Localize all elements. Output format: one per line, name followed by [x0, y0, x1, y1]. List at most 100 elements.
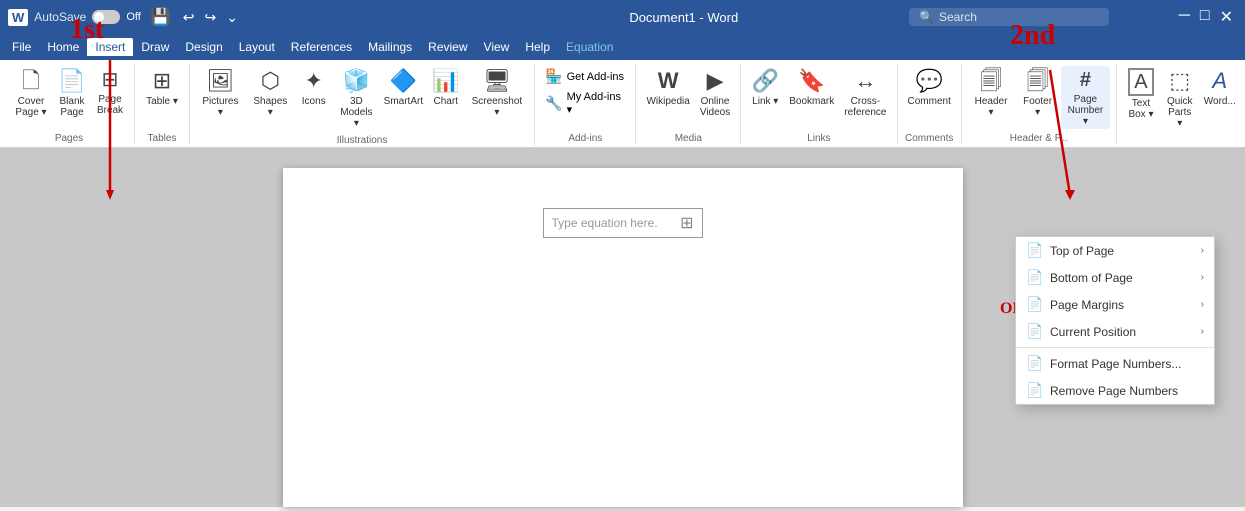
bookmark-button[interactable]: 🔖 Bookmark [785, 66, 838, 109]
menu-draw[interactable]: Draw [133, 38, 177, 56]
cover-page-button[interactable]: 🗋 CoverPage ▾ [10, 66, 52, 120]
ribbon-group-illustrations: 🖼 Pictures ▾ ⬡ Shapes ▾ ✦ Icons 🧊 3DMode… [190, 64, 535, 146]
smartart-button[interactable]: 🔷 SmartArt [381, 66, 426, 109]
close-btn[interactable]: ✕ [1216, 7, 1237, 27]
ribbon-group-tables: ⊞ Table ▾ Tables [135, 64, 190, 144]
online-videos-icon: ▶ [707, 68, 724, 94]
search-icon: 🔍 [919, 10, 934, 24]
dropdown-remove-page-numbers[interactable]: 📄 Remove Page Numbers [1016, 377, 1214, 404]
ribbon-group-header-footer: 🗐 Header ▾ 🗐 Footer ▾ # PageNumber ▾ Hea… [962, 64, 1117, 144]
bottom-of-page-label: Bottom of Page [1050, 271, 1133, 285]
icons-icon: ✦ [305, 68, 323, 94]
pictures-label: Pictures ▾ [200, 96, 241, 118]
bookmark-icon: 🔖 [798, 68, 825, 94]
menu-equation[interactable]: Equation [558, 38, 621, 56]
my-addins-button[interactable]: 🔧 My Add-ins ▾ [541, 89, 629, 118]
page-break-button[interactable]: ⊟ PageBreak [92, 66, 128, 118]
link-button[interactable]: 🔗 Link ▾ [747, 66, 783, 109]
remove-page-numbers-icon: 📄 [1026, 382, 1042, 399]
comments-items: 💬 Comment [904, 66, 955, 129]
online-videos-label: OnlineVideos [700, 96, 730, 118]
text-box-button[interactable]: A TextBox ▾ [1123, 66, 1159, 122]
search-bar[interactable]: 🔍 Search [909, 8, 1109, 26]
wordart-label: Word... [1204, 96, 1236, 107]
wikipedia-button[interactable]: W Wikipedia [642, 66, 693, 109]
menu-mailings[interactable]: Mailings [360, 38, 420, 56]
wordart-icon: A [1212, 68, 1227, 94]
icons-button[interactable]: ✦ Icons [296, 66, 332, 109]
dropdown-current-position[interactable]: 📄 Current Position › [1016, 318, 1214, 345]
undo-icon[interactable]: ↩ [183, 9, 195, 26]
menu-references[interactable]: References [283, 38, 360, 56]
menu-help[interactable]: Help [517, 38, 558, 56]
shapes-icon: ⬡ [261, 68, 280, 94]
tables-items: ⊞ Table ▾ [141, 66, 183, 129]
header-icon: 🗐 [980, 68, 1002, 94]
table-label: Table ▾ [146, 96, 178, 107]
smartart-label: SmartArt [384, 96, 423, 107]
page-number-dropdown: 📄 Top of Page › 📄 Bottom of Page › 📄 Pag… [1015, 236, 1215, 405]
remove-page-numbers-label: Remove Page Numbers [1050, 384, 1178, 398]
comments-group-label: Comments [905, 129, 953, 144]
blank-page-button[interactable]: 📄 BlankPage [54, 66, 90, 120]
3d-models-button[interactable]: 🧊 3DModels ▾ [334, 66, 379, 131]
title-bar-left: W AutoSave Off 💾 ↩ ↪ ⌄ [8, 7, 459, 27]
comment-button[interactable]: 💬 Comment [904, 66, 955, 109]
current-position-label: Current Position [1050, 325, 1136, 339]
table-button[interactable]: ⊞ Table ▾ [141, 66, 183, 109]
3d-models-label: 3DModels ▾ [338, 96, 375, 129]
wordart-button[interactable]: A Word... [1201, 66, 1239, 109]
menu-home[interactable]: Home [39, 38, 87, 56]
save-icon[interactable]: 💾 [151, 7, 171, 27]
top-of-page-arrow: › [1201, 245, 1204, 256]
addins-items: 🏪 Get Add-ins 🔧 My Add-ins ▾ [541, 66, 629, 129]
table-icon: ⊞ [153, 68, 171, 94]
equation-handle[interactable]: ⊞ [680, 213, 693, 233]
ribbon-group-text: A TextBox ▾ ⬚ QuickParts ▾ A Word... [1117, 64, 1245, 144]
pictures-button[interactable]: 🖼 Pictures ▾ [196, 66, 245, 120]
redo-icon[interactable]: ↪ [204, 9, 216, 26]
get-addins-label: Get Add-ins [567, 71, 624, 83]
equation-box[interactable]: Type equation here. ⊞ [543, 208, 703, 238]
dropdown-format-page-numbers[interactable]: 📄 Format Page Numbers... [1016, 350, 1214, 377]
menu-insert[interactable]: Insert [87, 38, 133, 56]
cross-reference-label: Cross-reference [844, 96, 886, 118]
menu-file[interactable]: File [4, 38, 39, 56]
menu-design[interactable]: Design [177, 38, 230, 56]
dropdown-page-margins[interactable]: 📄 Page Margins › [1016, 291, 1214, 318]
menu-review[interactable]: Review [420, 38, 475, 56]
wikipedia-icon: W [658, 68, 679, 94]
autosave-toggle[interactable] [92, 10, 120, 24]
ribbon-group-addins: 🏪 Get Add-ins 🔧 My Add-ins ▾ Add-ins [535, 64, 636, 144]
page-margins-arrow: › [1201, 299, 1204, 310]
cross-reference-button[interactable]: ↔ Cross-reference [840, 66, 890, 120]
get-addins-button[interactable]: 🏪 Get Add-ins [541, 66, 628, 87]
page-break-icon: ⊟ [102, 68, 119, 92]
menu-view[interactable]: View [476, 38, 518, 56]
chart-button[interactable]: 📊 Chart [428, 66, 464, 109]
minimize-btn[interactable]: ─ [1175, 7, 1194, 27]
text-box-label: TextBox ▾ [1128, 98, 1153, 120]
restore-btn[interactable]: □ [1196, 7, 1214, 27]
online-videos-button[interactable]: ▶ OnlineVideos [696, 66, 734, 120]
comment-label: Comment [908, 96, 951, 107]
ribbon-group-links: 🔗 Link ▾ 🔖 Bookmark ↔ Cross-reference Li… [741, 64, 897, 144]
shapes-button[interactable]: ⬡ Shapes ▾ [247, 66, 294, 120]
page-margins-icon: 📄 [1026, 296, 1042, 313]
quick-parts-button[interactable]: ⬚ QuickParts ▾ [1161, 66, 1199, 131]
dropdown-bottom-of-page[interactable]: 📄 Bottom of Page › [1016, 264, 1214, 291]
menu-layout[interactable]: Layout [231, 38, 283, 56]
dropdown-top-of-page[interactable]: 📄 Top of Page › [1016, 237, 1214, 264]
title-bar: W AutoSave Off 💾 ↩ ↪ ⌄ Document1 - Word … [0, 0, 1245, 34]
equation-placeholder: Type equation here. [552, 216, 658, 230]
ribbon-group-comments: 💬 Comment Comments [898, 64, 962, 144]
comment-icon: 💬 [915, 68, 942, 94]
header-button[interactable]: 🗐 Header ▾ [968, 66, 1014, 120]
footer-icon: 🗐 [1027, 68, 1049, 94]
quick-access-more[interactable]: ⌄ [226, 9, 238, 26]
footer-button[interactable]: 🗐 Footer ▾ [1016, 66, 1059, 120]
page-number-button[interactable]: # PageNumber ▾ [1061, 66, 1110, 129]
page-margins-label: Page Margins [1050, 298, 1124, 312]
header-footer-group-label: Header & F... [1010, 129, 1068, 144]
screenshot-button[interactable]: 🖥 Screenshot ▾ [466, 66, 528, 120]
